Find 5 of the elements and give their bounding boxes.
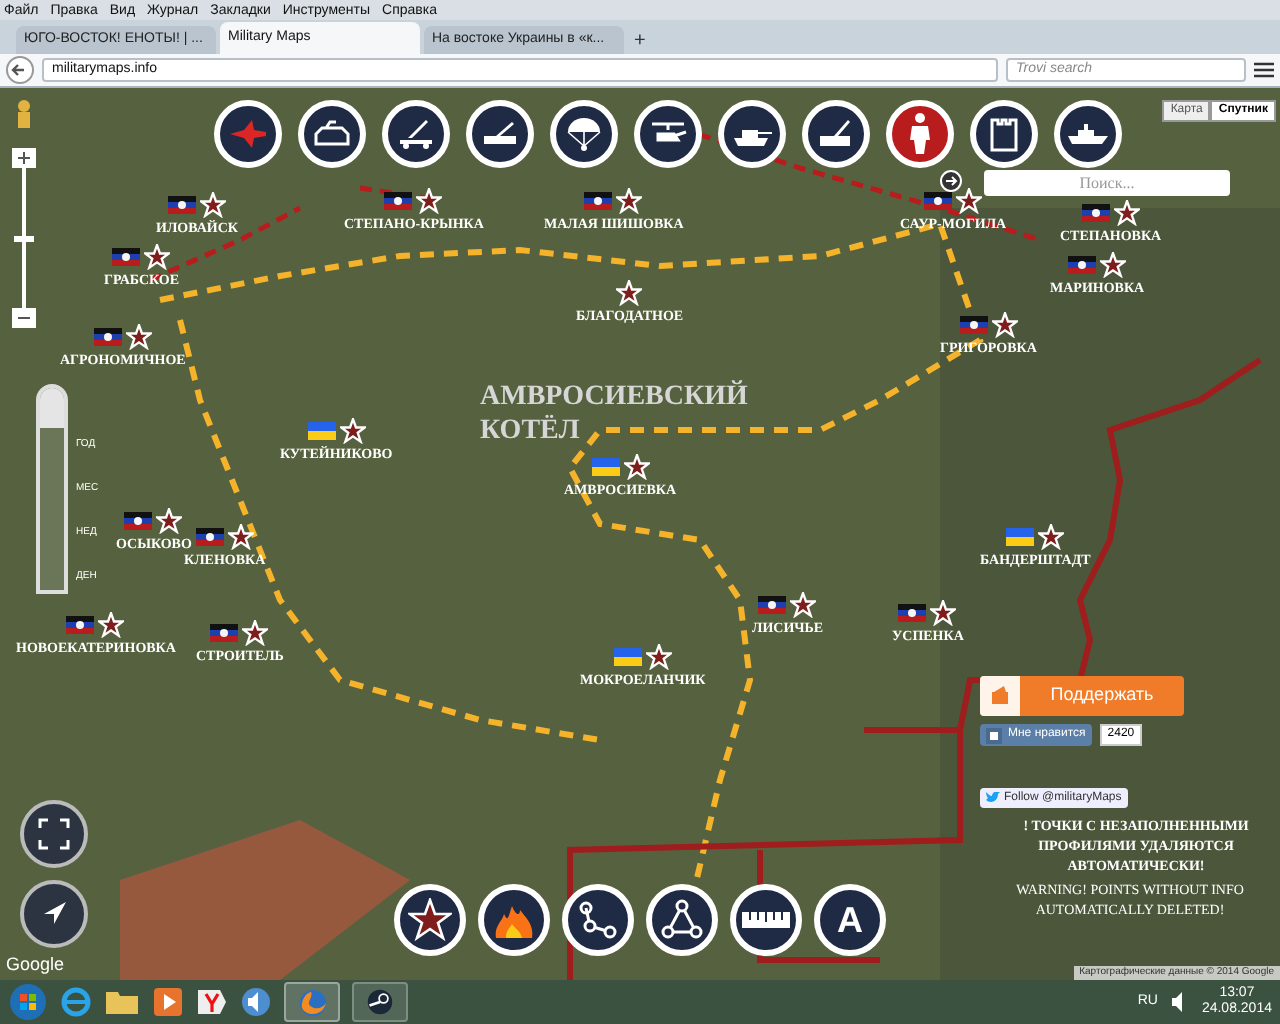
draw-tool-button[interactable]: A (814, 884, 886, 956)
map-search-field[interactable]: Поиск... (984, 170, 1230, 196)
new-tab-icon[interactable]: + (628, 30, 652, 54)
google-logo: Google (6, 954, 65, 976)
map-title: АМВРОСИЕВСКИЙ КОТЁЛ (480, 380, 750, 448)
